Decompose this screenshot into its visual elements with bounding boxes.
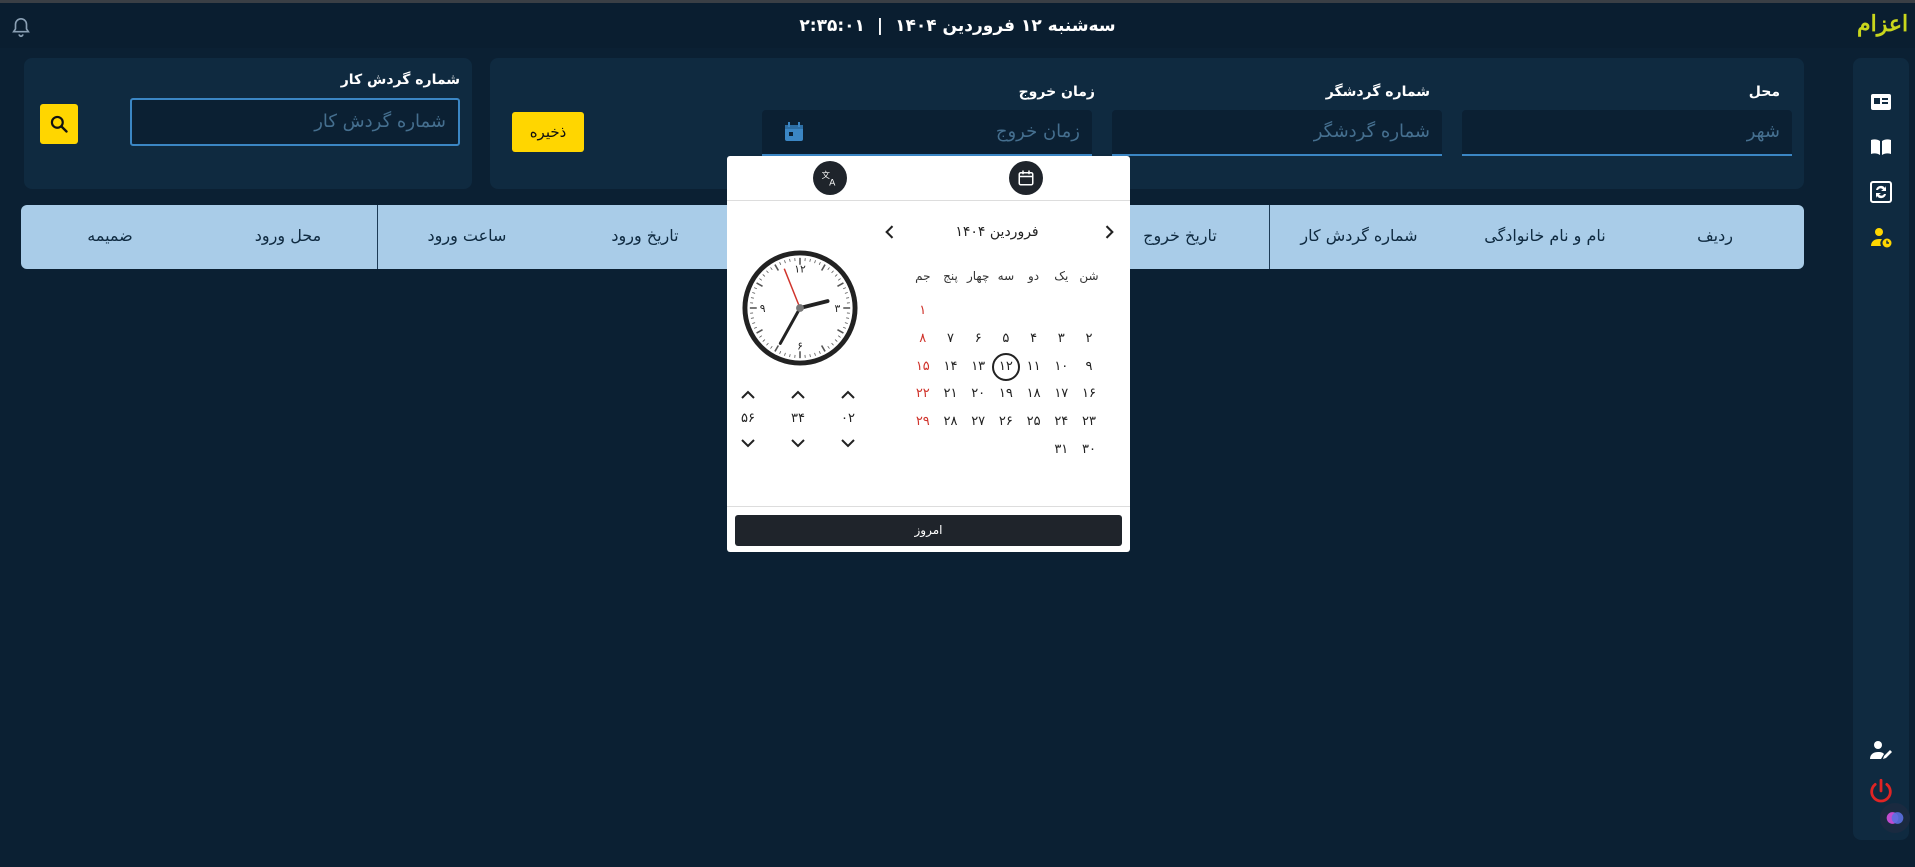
date-time-display: سه‌شنبه ۱۲ فروردین ۱۴۰۴ | ۲:۳۵:۰۱ — [0, 16, 1915, 36]
calendar-day[interactable]: ۱۵ — [906, 354, 940, 380]
search-label: شماره گردش کار — [340, 72, 460, 88]
clock-number-9: ۹ — [760, 302, 766, 315]
current-date: سه‌شنبه ۱۲ فروردین ۱۴۰۴ — [895, 16, 1116, 36]
separator: | — [876, 16, 884, 36]
column-header-entry-place[interactable]: محل ورود — [213, 226, 363, 245]
chevron-right-icon[interactable] — [1099, 222, 1119, 242]
sync-icon[interactable] — [1869, 180, 1893, 204]
search-panel: شماره گردش کار شماره گردش کار — [24, 58, 472, 189]
search-button[interactable] — [40, 104, 78, 144]
clock-number-3: ۳ — [834, 302, 840, 315]
chevron-left-icon[interactable] — [880, 222, 900, 242]
hour-up-arrow[interactable] — [838, 388, 858, 402]
calendar-day[interactable]: ۱۱ — [1017, 354, 1051, 380]
clock-number-12: ۱۲ — [794, 263, 806, 276]
datetime-picker: 文A فروردین ۱۴۰۴ شن یک دو سه چهار پنج جم ۱۲۳۴۵۶… — [727, 156, 1130, 552]
logo: اعزام — [1857, 11, 1909, 37]
column-divider — [377, 205, 378, 269]
id-card-icon[interactable] — [1869, 90, 1893, 114]
workflow-search-input[interactable]: شماره گردش کار — [130, 98, 460, 146]
assistant-icon[interactable] — [1880, 803, 1910, 833]
book-icon[interactable] — [1869, 135, 1893, 159]
second-up-arrow[interactable] — [738, 388, 758, 402]
tourist-number-label: شماره گردشگر — [1325, 84, 1430, 100]
hour-down-arrow[interactable] — [838, 436, 858, 450]
calendar-tab[interactable] — [1009, 161, 1043, 195]
tourist-number-field[interactable]: شماره گردشگر — [1112, 110, 1442, 156]
column-header-name[interactable]: نام و نام خانوادگی — [1470, 226, 1620, 245]
hour-value[interactable]: ۰۲ — [833, 411, 863, 426]
column-header-entry-date[interactable]: تاریخ ورود — [570, 226, 720, 245]
minute-down-arrow[interactable] — [788, 436, 808, 450]
picker-footer-divider — [727, 506, 1130, 507]
column-header-attachment[interactable]: ضمیمه — [35, 226, 185, 245]
language-tab[interactable]: 文A — [813, 161, 847, 195]
sidebar — [1853, 58, 1909, 840]
month-title: فروردین ۱۴۰۴ — [955, 224, 1039, 240]
location-placeholder: شهر — [1746, 121, 1780, 142]
second-value[interactable]: ۵۶ — [733, 411, 763, 426]
save-button[interactable]: ذخیره — [512, 112, 584, 152]
exit-time-label: زمان خروج — [1018, 84, 1095, 100]
power-icon[interactable] — [1867, 778, 1895, 806]
calendar-day[interactable]: ۸ — [906, 326, 940, 352]
svg-text:A: A — [829, 178, 836, 189]
user-edit-icon[interactable] — [1869, 738, 1893, 762]
calendar-day[interactable]: ۳۱ — [1044, 437, 1078, 463]
search-icon — [50, 115, 68, 133]
user-clock-icon[interactable] — [1869, 225, 1893, 249]
workflow-search-placeholder: شماره گردش کار — [314, 111, 446, 132]
exit-time-placeholder: زمان خروج — [995, 121, 1080, 142]
tourist-number-placeholder: شماره گردشگر — [1313, 121, 1430, 142]
analog-clock: ۱۲ ۳ ۶ ۹ — [742, 250, 858, 366]
column-header-entry-time[interactable]: ساعت ورود — [392, 226, 542, 245]
calendar-day[interactable]: ۲۹ — [906, 409, 940, 435]
current-time: ۲:۳۵:۰۱ — [799, 16, 865, 36]
today-button[interactable]: امروز — [735, 515, 1122, 546]
form-panel: محل شهر شماره گردشگر شماره گردشگر زمان خ… — [490, 58, 1804, 189]
clock-number-6: ۶ — [797, 339, 803, 352]
column-divider — [1269, 205, 1270, 269]
calendar-icon — [1018, 170, 1034, 186]
location-label: محل — [1748, 84, 1780, 100]
minute-value[interactable]: ۳۴ — [783, 411, 813, 426]
exit-time-field[interactable]: زمان خروج — [762, 110, 1092, 156]
brain-icon — [1886, 812, 1904, 824]
picker-tabs: 文A — [727, 156, 1130, 201]
second-down-arrow[interactable] — [738, 436, 758, 450]
calendar-day[interactable]: ۱ — [906, 298, 940, 324]
selected-day[interactable]: ۱۲ — [991, 352, 1020, 381]
translate-icon: 文A — [822, 170, 837, 189]
column-header-workflow[interactable]: شماره گردش کار — [1284, 226, 1434, 245]
location-field[interactable]: شهر — [1462, 110, 1792, 156]
calendar-icon[interactable] — [782, 120, 806, 144]
top-bar: سه‌شنبه ۱۲ فروردین ۱۴۰۴ | ۲:۳۵:۰۱ اعزام — [0, 0, 1915, 48]
minute-up-arrow[interactable] — [788, 388, 808, 402]
column-header-row[interactable]: ردیف — [1640, 226, 1790, 245]
calendar-day[interactable]: ۲۲ — [906, 381, 940, 407]
weekday-label: جم — [915, 269, 931, 283]
